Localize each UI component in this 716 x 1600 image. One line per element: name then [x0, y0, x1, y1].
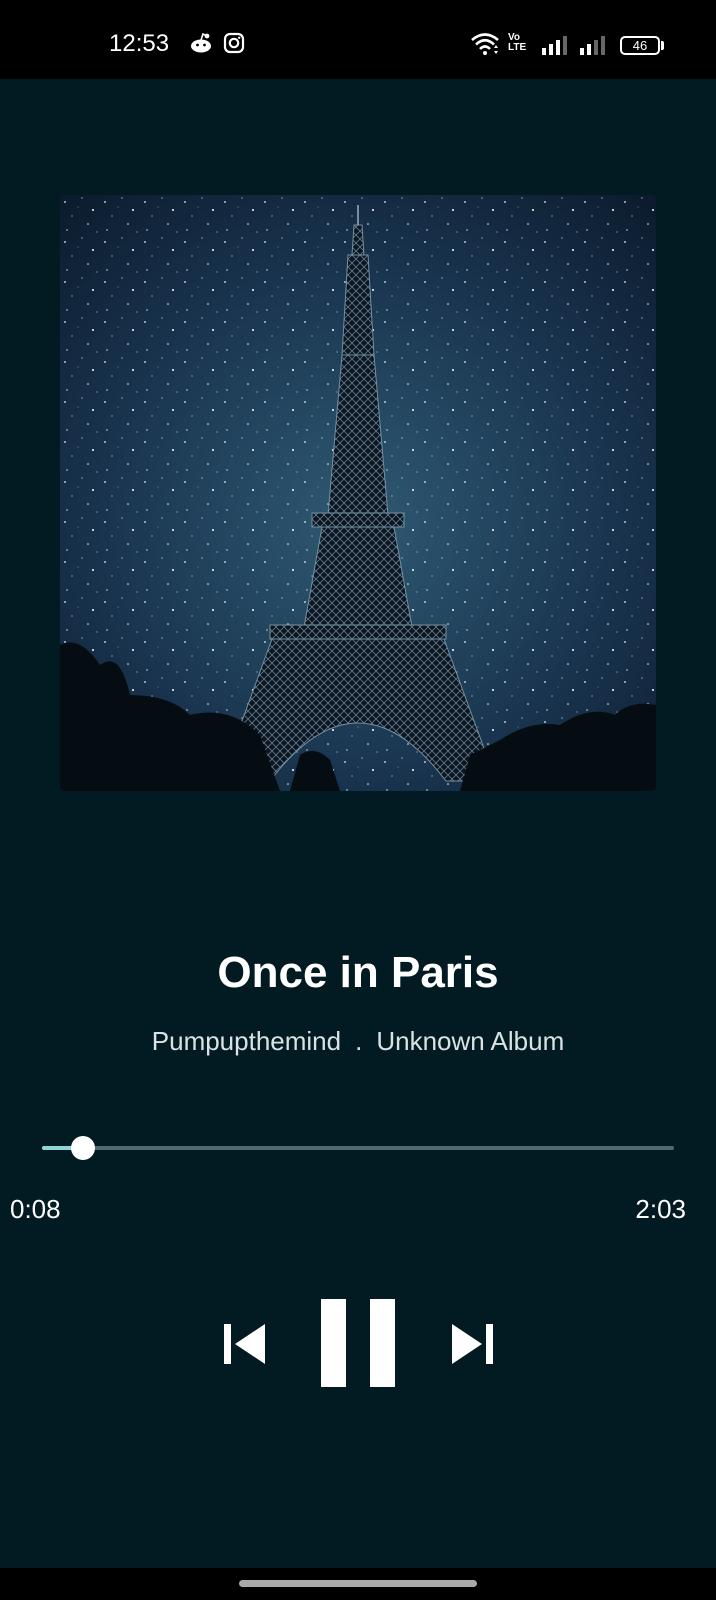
song-subtitle: Pumpupthemind. Unknown Album: [0, 1026, 716, 1057]
pause-icon[interactable]: [320, 1299, 396, 1387]
signal-strength-sim2-icon: [580, 36, 605, 55]
seek-track[interactable]: [42, 1146, 674, 1150]
seek-thumb[interactable]: [71, 1136, 95, 1160]
artist-name[interactable]: Pumpupthemind: [152, 1026, 341, 1056]
skip-previous-icon[interactable]: [222, 1322, 266, 1366]
eiffel-tower-image: [60, 195, 656, 791]
status-time: 12:53: [109, 30, 170, 57]
album-name[interactable]: Unknown Album: [376, 1026, 564, 1056]
current-time: 0:08: [10, 1194, 61, 1224]
wifi-icon: [471, 33, 499, 55]
battery-indicator: 46: [620, 36, 660, 55]
home-indicator[interactable]: [239, 1580, 477, 1587]
volte-label: Vo LTE: [508, 32, 527, 53]
song-title: Once in Paris: [217, 948, 499, 997]
seek-bar[interactable]: [42, 1136, 674, 1160]
reddit-notification-icon: [191, 32, 211, 53]
status-bar: 12:53 Vo LTE 46: [0, 0, 716, 79]
battery-nub: [661, 41, 664, 50]
skip-next-icon[interactable]: [451, 1322, 495, 1366]
total-time: 2:03: [635, 1194, 686, 1224]
instagram-notification-icon: [223, 32, 245, 54]
signal-strength-sim1-icon: [542, 36, 567, 55]
album-art: [60, 195, 656, 791]
subtitle-separator: .: [355, 1026, 363, 1056]
